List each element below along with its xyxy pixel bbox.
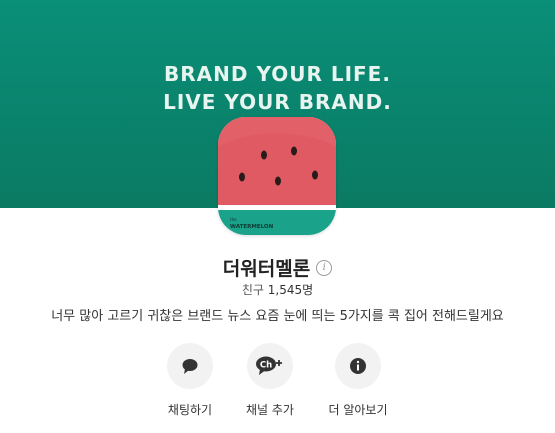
banner-slogan-line1: BRAND YOUR LIFE.: [164, 62, 391, 86]
add-channel-label: 채널 추가: [246, 403, 294, 417]
chat-label: 채팅하기: [167, 403, 213, 417]
channel-description: 너무 많아 고르기 귀찮은 브랜드 뉴스 요즘 눈에 띄는 5가지를 콕 집어 …: [51, 309, 504, 324]
watermelon-logo-icon: the WATERMELON: [218, 117, 336, 235]
add-channel-button[interactable]: Ch 채널 추가: [225, 343, 315, 418]
banner-slogan-line2: LIVE YOUR BRAND.: [163, 90, 392, 114]
action-bar: 채팅하기 Ch 채널 추가 더 알아보기: [0, 343, 555, 433]
info-icon: [350, 358, 366, 374]
learn-more-button-circle[interactable]: [335, 343, 381, 389]
channel-add-icon: Ch: [256, 356, 282, 375]
chat-bubble-icon: [182, 359, 198, 374]
logo-small-text: the: [230, 217, 237, 222]
learn-more-label: 더 알아보기: [328, 403, 388, 417]
chat-button-circle[interactable]: [167, 343, 213, 389]
learn-more-button[interactable]: 더 알아보기: [313, 343, 403, 418]
friends-label: 친구: [241, 283, 264, 297]
friends-count: 친구 1,545명: [0, 281, 555, 298]
friends-number: 1,545명: [267, 283, 314, 297]
profile-avatar[interactable]: the WATERMELON: [218, 117, 336, 235]
verified-info-icon[interactable]: i: [316, 259, 333, 276]
chat-button[interactable]: 채팅하기: [145, 343, 235, 418]
svg-text:Ch: Ch: [260, 361, 272, 371]
add-channel-button-circle[interactable]: Ch: [247, 343, 293, 389]
logo-text: WATERMELON: [230, 224, 274, 230]
channel-name: 더워터멜론: [222, 258, 311, 280]
profile-name-row: 더워터멜론 i: [0, 254, 555, 281]
